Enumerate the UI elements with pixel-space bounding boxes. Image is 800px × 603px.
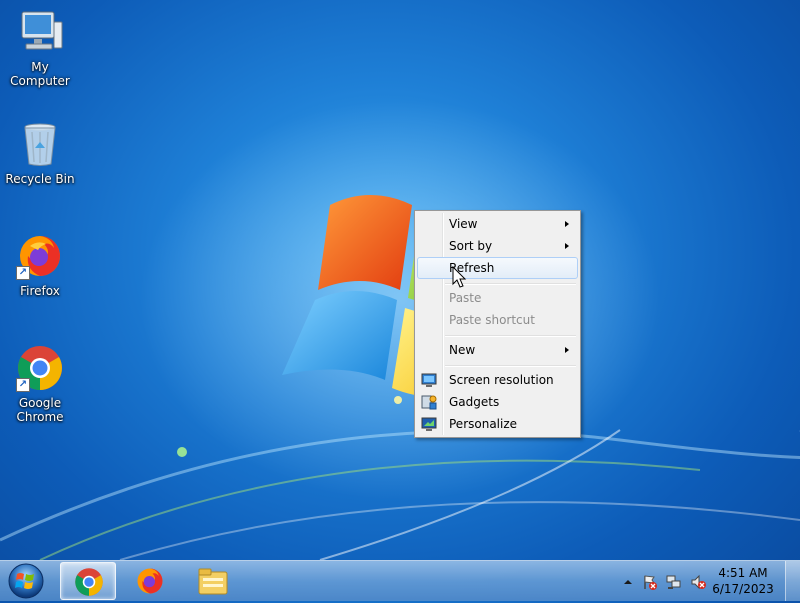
firefox-icon: ↗	[16, 232, 64, 280]
chrome-icon	[75, 568, 103, 596]
chrome-icon: ↗	[16, 344, 64, 392]
desktop-icon-label: Firefox	[20, 284, 60, 298]
menu-item-sort-by[interactable]: Sort by	[417, 235, 578, 257]
desktop-icon-label: Recycle Bin	[5, 172, 75, 186]
screen-resolution-icon	[421, 373, 437, 387]
menu-item-label: Paste shortcut	[449, 313, 535, 327]
menu-item-label: Gadgets	[449, 395, 500, 409]
submenu-arrow-icon	[565, 221, 569, 227]
menu-item-label: Personalize	[449, 417, 518, 431]
taskbar-button-file-explorer[interactable]	[184, 562, 240, 600]
menu-item-personalize[interactable]: Personalize	[417, 413, 578, 435]
action-center-flag-icon[interactable]	[642, 574, 658, 590]
personalize-icon	[421, 417, 437, 431]
shortcut-arrow-icon: ↗	[16, 266, 30, 280]
desktop-context-menu: View Sort by Refresh Paste Paste shortcu…	[414, 210, 581, 438]
desktop-icon-my-computer[interactable]: My Computer	[0, 8, 80, 88]
menu-item-label: Sort by	[449, 239, 493, 253]
desktop-icon-firefox[interactable]: ↗ Firefox	[0, 232, 80, 298]
taskbar-clock[interactable]: 4:51 AM 6/17/2023	[708, 565, 778, 597]
wallpaper	[0, 100, 800, 560]
computer-icon	[16, 8, 64, 56]
clock-time: 4:51 AM	[718, 566, 768, 580]
menu-item-label: Paste	[449, 291, 482, 305]
desktop-icon-recycle-bin[interactable]: Recycle Bin	[0, 120, 80, 186]
windows-orb-icon	[8, 563, 44, 599]
mouse-pointer-icon	[452, 266, 467, 288]
menu-item-refresh[interactable]: Refresh	[417, 257, 578, 279]
menu-item-screen-resolution[interactable]: Screen resolution	[417, 369, 578, 391]
show-desktop-button[interactable]	[785, 561, 800, 601]
menu-item-paste[interactable]: Paste	[417, 287, 578, 309]
taskbar-button-firefox[interactable]	[122, 562, 178, 600]
volume-muted-icon[interactable]	[690, 574, 706, 590]
menu-separator	[445, 365, 576, 367]
clock-date: 6/17/2023	[712, 582, 774, 596]
menu-item-gadgets[interactable]: Gadgets	[417, 391, 578, 413]
desktop-icon-label: My Computer	[10, 60, 70, 88]
shortcut-arrow-icon: ↗	[16, 378, 30, 392]
menu-item-view[interactable]: View	[417, 213, 578, 235]
menu-item-new[interactable]: New	[417, 339, 578, 361]
network-icon[interactable]	[666, 574, 682, 590]
system-tray: 4:51 AM 6/17/2023	[600, 561, 800, 601]
firefox-icon	[137, 568, 163, 594]
taskbar: 4:51 AM 6/17/2023	[0, 560, 800, 601]
menu-item-paste-shortcut[interactable]: Paste shortcut	[417, 309, 578, 331]
submenu-arrow-icon	[565, 243, 569, 249]
menu-item-label: New	[449, 343, 476, 357]
recycle-bin-icon	[16, 120, 64, 168]
desktop-icon-label: Google Chrome	[16, 396, 64, 424]
start-button[interactable]	[4, 562, 48, 600]
submenu-arrow-icon	[565, 347, 569, 353]
desktop-icon-google-chrome[interactable]: ↗ Google Chrome	[0, 344, 80, 424]
show-hidden-icons-arrow[interactable]	[620, 574, 636, 590]
menu-item-label: View	[449, 217, 478, 231]
menu-separator	[445, 335, 576, 337]
gadgets-icon	[421, 395, 437, 410]
taskbar-button-chrome[interactable]	[60, 562, 116, 600]
menu-item-label: Screen resolution	[449, 373, 554, 387]
file-explorer-icon	[198, 568, 228, 595]
